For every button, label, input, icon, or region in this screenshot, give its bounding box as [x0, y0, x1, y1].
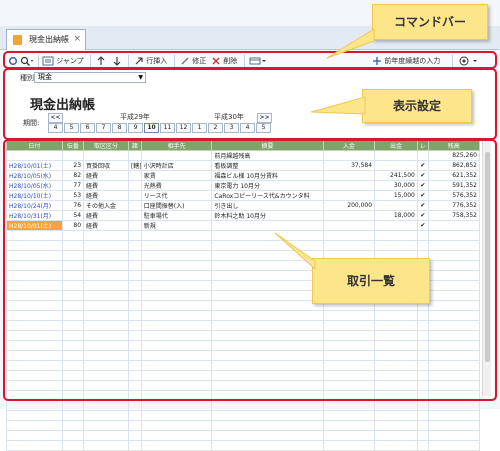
empty-cell[interactable]	[427, 400, 481, 411]
empty-cell[interactable]	[427, 420, 481, 431]
empty-cell[interactable]	[6, 420, 63, 431]
empty-cell[interactable]	[374, 420, 418, 431]
empty-cell[interactable]	[211, 410, 324, 421]
callout-display-settings-text: 表示設定	[392, 99, 441, 113]
empty-cell[interactable]	[61, 430, 85, 441]
empty-cell[interactable]	[374, 410, 418, 421]
empty-cell[interactable]	[61, 400, 85, 411]
app-window: 現金出納帳 × ジャンプ 行挿入 修正 削除 前年度繰越の入力 種別: 現金 ▼…	[0, 0, 500, 451]
empty-cell[interactable]	[322, 410, 376, 421]
empty-cell[interactable]	[127, 420, 142, 431]
callout-command-bar-text: コマンドバー	[393, 15, 466, 29]
tab-title: 現金出納帳	[29, 35, 69, 44]
empty-cell[interactable]	[140, 400, 213, 411]
empty-row[interactable]	[6, 410, 481, 421]
empty-cell[interactable]	[140, 440, 213, 451]
empty-cell[interactable]	[322, 440, 376, 451]
empty-cell[interactable]	[83, 440, 129, 451]
empty-cell[interactable]	[211, 440, 324, 451]
empty-cell[interactable]	[211, 420, 324, 431]
empty-cell[interactable]	[427, 440, 481, 451]
callout-transaction-list-text: 取引一覧	[346, 274, 395, 288]
empty-row[interactable]	[6, 430, 481, 441]
empty-cell[interactable]	[6, 430, 63, 441]
empty-cell[interactable]	[427, 430, 481, 441]
empty-cell[interactable]	[322, 430, 376, 441]
empty-cell[interactable]	[427, 410, 481, 421]
close-icon[interactable]: ×	[73, 30, 81, 49]
empty-cell[interactable]	[61, 440, 85, 451]
empty-cell[interactable]	[416, 420, 429, 431]
callout-transaction-list: 取引一覧	[274, 232, 430, 304]
callout-pointer	[274, 232, 316, 271]
empty-row[interactable]	[6, 440, 481, 451]
empty-cell[interactable]	[6, 440, 63, 451]
empty-cell[interactable]	[416, 430, 429, 441]
empty-cell[interactable]	[416, 440, 429, 451]
empty-cell[interactable]	[83, 410, 129, 421]
empty-cell[interactable]	[374, 440, 418, 451]
callout-command-bar: コマンドバー	[326, 4, 488, 59]
callout-pointer	[326, 28, 375, 59]
empty-cell[interactable]	[211, 430, 324, 441]
empty-cell[interactable]	[127, 440, 142, 451]
callout-display-settings: 表示設定	[310, 89, 472, 123]
empty-cell[interactable]	[416, 410, 429, 421]
empty-cell[interactable]	[127, 430, 142, 441]
empty-cell[interactable]	[322, 420, 376, 431]
empty-cell[interactable]	[211, 400, 324, 411]
empty-cell[interactable]	[83, 400, 129, 411]
callout-pointer	[310, 96, 366, 115]
empty-cell[interactable]	[374, 430, 418, 441]
tab-cash-book[interactable]: 現金出納帳 ×	[6, 29, 86, 50]
empty-cell[interactable]	[322, 400, 376, 411]
empty-cell[interactable]	[140, 410, 213, 421]
ledger-icon	[13, 35, 22, 45]
empty-cell[interactable]	[61, 420, 85, 431]
empty-cell[interactable]	[374, 400, 418, 411]
empty-cell[interactable]	[140, 420, 213, 431]
empty-cell[interactable]	[6, 400, 63, 411]
empty-row[interactable]	[6, 400, 481, 411]
empty-cell[interactable]	[83, 430, 129, 441]
empty-cell[interactable]	[83, 420, 129, 431]
empty-cell[interactable]	[127, 400, 142, 411]
empty-cell[interactable]	[416, 400, 429, 411]
empty-cell[interactable]	[61, 410, 85, 421]
empty-cell[interactable]	[127, 410, 142, 421]
command-bar-outline	[3, 51, 497, 69]
empty-cell[interactable]	[140, 430, 213, 441]
empty-cell[interactable]	[6, 410, 63, 421]
empty-row[interactable]	[6, 420, 481, 431]
